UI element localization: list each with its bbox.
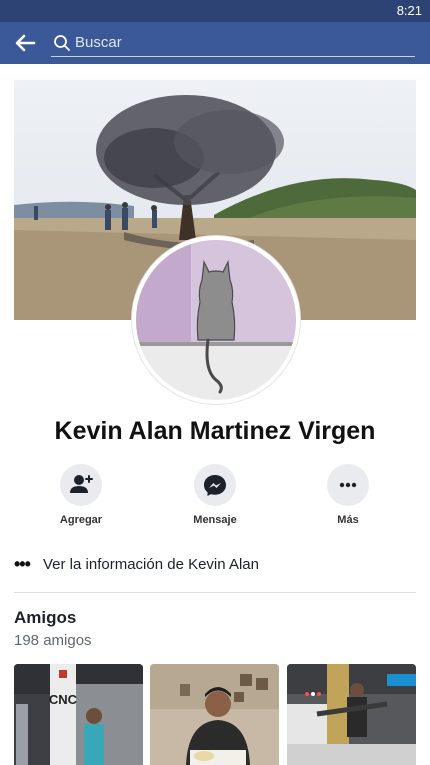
search-icon — [54, 35, 70, 51]
friend-thumbnail-2[interactable] — [150, 664, 279, 765]
more-icon — [339, 482, 357, 488]
message-label: Mensaje — [193, 514, 237, 526]
search-input[interactable]: Buscar — [51, 30, 415, 57]
profile-name: Kevin Alan Martinez Virgen — [54, 417, 376, 445]
status-bar: 8:21 — [0, 0, 430, 22]
add-friend-button[interactable]: Agregar — [36, 464, 126, 526]
message-button[interactable]: Mensaje — [170, 464, 260, 526]
about-link[interactable]: ••• Ver la información de Kevin Alan — [14, 554, 416, 576]
friends-title: Amigos — [14, 608, 77, 627]
add-friend-icon-circle[interactable] — [60, 464, 102, 506]
friend-thumbnail-3[interactable] — [287, 664, 416, 765]
ellipsis-icon: ••• — [14, 554, 31, 574]
add-friend-icon — [70, 475, 93, 493]
about-link-text: Ver la información de Kevin Alan — [43, 556, 259, 573]
thumbnail-sign-text: CNC — [49, 692, 78, 707]
messenger-icon — [204, 475, 226, 496]
messenger-icon-circle[interactable] — [194, 464, 236, 506]
status-time: 8:21 — [396, 3, 422, 18]
add-friend-label: Agregar — [59, 514, 103, 526]
profile-picture[interactable] — [132, 236, 300, 404]
friend-thumbnail-1[interactable]: CNC — [14, 664, 143, 765]
divider — [14, 592, 416, 593]
search-placeholder: Buscar — [75, 34, 122, 51]
app-bar: Buscar — [0, 22, 430, 64]
back-arrow-icon[interactable] — [12, 31, 38, 55]
more-icon-circle[interactable] — [327, 464, 369, 506]
more-button[interactable]: Más — [303, 464, 393, 526]
friends-count: 198 amigos — [14, 632, 92, 649]
more-label: Más — [337, 514, 359, 526]
